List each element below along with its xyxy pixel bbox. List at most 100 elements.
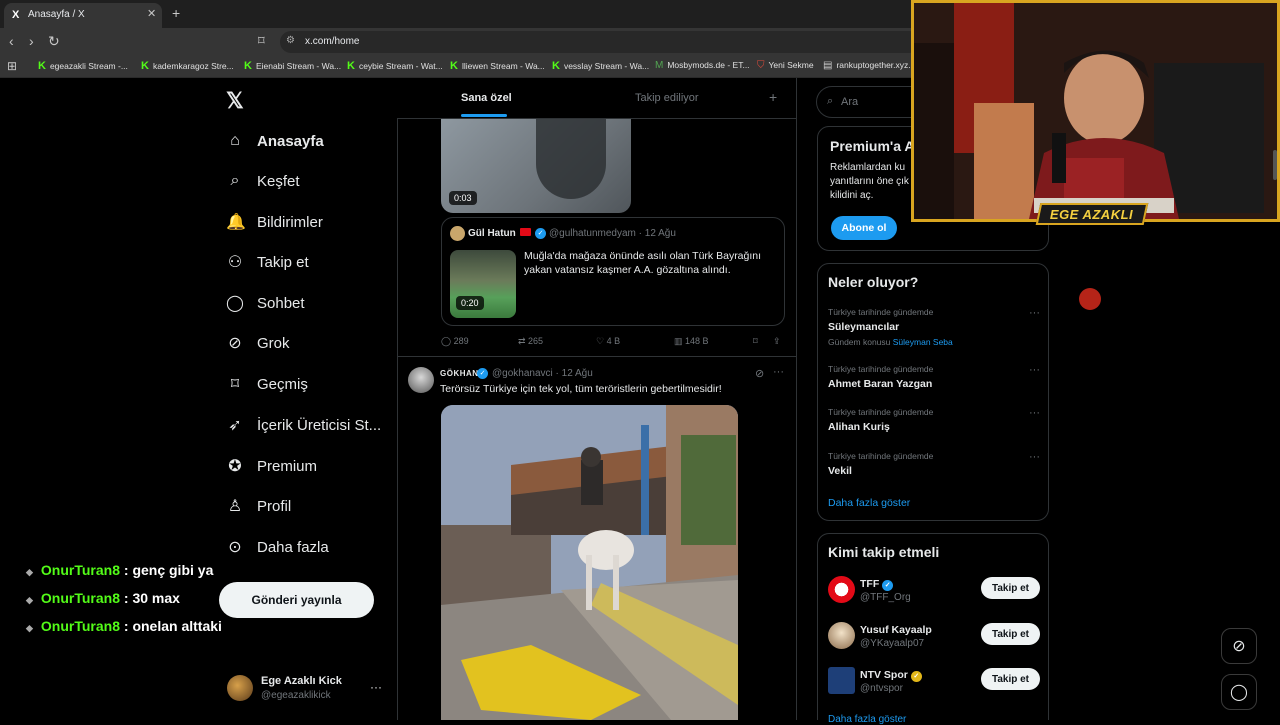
scrollbar[interactable] [1273,150,1277,180]
more-icon[interactable]: ··· [1029,364,1040,376]
bookmark-item[interactable]: ⛉ Yeni Sekme [757,60,814,71]
avatar[interactable] [828,622,855,649]
trend-item[interactable]: Türkiye tarihinde gündemde Vekil ··· [828,451,1040,477]
author-name[interactable]: Gül Hatun [468,228,516,239]
page-icon: ▤ [823,60,833,71]
quoted-tweet[interactable]: Gül Hatun ✓ @gulhatunmedyam · 12 Ağu 0:2… [441,217,785,326]
search-placeholder: Ara [841,96,859,108]
bookmark-item[interactable]: Kkademkaragoz Stre... [141,60,234,72]
suggested-user[interactable]: Yusuf Kayaalp @YKayaalp07 Takip et [828,622,1040,654]
author-handle: @gokhanavci · 12 Ağu [492,368,593,379]
nav-item-grok[interactable]: ⊘ Grok [226,328,289,358]
avatar[interactable] [227,675,253,701]
like-button[interactable]: ♡ 4 B [596,336,620,347]
share-icon[interactable]: ⇪ [773,336,781,347]
avatar[interactable] [828,576,855,603]
who-to-follow-card: Kimi takip etmeli TFF ✓ @TFF_Org Takip e… [817,533,1049,725]
bookmark-item[interactable]: M Mosbymods.de - ET... [655,60,750,71]
nav-item-history[interactable]: ⌑ Geçmiş [226,369,308,399]
subscribe-button[interactable]: Abone ol [831,216,897,240]
grok-icon[interactable]: ⊘ [755,367,764,380]
webcam-feed [914,3,1277,219]
bookmark-icon[interactable]: ⌑ [753,336,758,347]
more-icon[interactable]: ··· [1029,307,1040,319]
more-icon[interactable]: ··· [773,366,784,378]
webcam-overlay [911,0,1280,222]
account-handle: @egeazaklikick [261,690,331,701]
premium-title: Premium'a A [830,138,915,154]
reply-button[interactable]: ◯ 289 [441,336,469,347]
more-icon[interactable]: ··· [1029,407,1040,419]
nav-item-notifications[interactable]: 🔔 Bildirimler [226,207,323,237]
streamer-name-plate: EGE AZAKLI [1035,203,1149,225]
follow-button[interactable]: Takip et [981,623,1040,645]
grok-icon: ⊘ [228,335,242,352]
nav-item-premium[interactable]: ✪ Premium [226,451,317,481]
nav-item-more[interactable]: ⊙ Daha fazla [226,532,328,562]
bookmark-icon: ⌑ [230,376,240,393]
shield-icon: ⛉ [757,60,765,71]
tab-for-you[interactable]: Sana özel [461,92,512,104]
address-bar[interactable]: ⚙ x.com/home [280,31,920,53]
trend-item[interactable]: Türkiye tarihinde gündemde Ahmet Baran Y… [828,364,1040,390]
more-icon[interactable]: ··· [1029,451,1040,463]
nav-item-home[interactable]: ⌂ Anasayfa [226,126,324,156]
suggested-user[interactable]: TFF ✓ @TFF_Org Takip et [828,576,1040,608]
bookmark-item[interactable]: Kegeazakli Stream -... [38,60,128,72]
chat-badge-icon: ◆ [26,623,33,633]
trend-item[interactable]: Türkiye tarihinde gündemde Süleymancılar… [828,307,1040,347]
chat-message: ◆ OnurTuran8 : onelan alttaki [26,618,222,634]
site-info-icon[interactable]: ⚙ [286,35,295,46]
apps-grid-icon[interactable]: ⊞ [7,59,17,73]
bookmark-item[interactable]: Klliewen Stream - Wa... [450,60,545,72]
verified-icon: ✓ [535,228,546,239]
show-more-link[interactable]: Daha fazla göster [828,497,910,509]
home-icon: ⌂ [230,132,240,149]
browser-tab[interactable]: X Anasayfa / X ✕ [4,3,162,28]
post-button[interactable]: Gönderi yayınla [219,582,374,618]
avatar[interactable] [828,667,855,694]
account-more-icon[interactable]: ··· [370,680,382,694]
follow-button[interactable]: Takip et [981,577,1040,599]
back-icon[interactable]: ‹ [9,33,14,49]
bookmark-item[interactable]: K Eienabi Stream - Wa... [244,60,341,72]
person-icon: ♙ [227,498,243,515]
repost-button[interactable]: ⇄ 265 [518,336,543,347]
bookmark-item[interactable]: Kceybie Stream - Wat... [347,60,443,72]
video-thumbnail[interactable]: 0:20 [450,250,516,318]
grok-icon[interactable]: ⊘ [1221,628,1257,664]
reload-icon[interactable]: ↻ [48,33,60,50]
trend-item[interactable]: Türkiye tarihinde gündemde Alihan Kuriş … [828,407,1040,433]
views-button[interactable]: ▥ 148 B [674,336,709,347]
tweet-image[interactable] [441,405,738,720]
follow-button[interactable]: Takip et [981,668,1040,690]
bookmark-icon[interactable]: ⌑ [258,33,265,49]
forward-icon[interactable]: › [29,33,34,49]
bookmark-item[interactable]: Kvesslay Stream - Wa... [552,60,649,72]
chat-bubble-icon[interactable]: ◯ [1221,674,1257,710]
close-icon[interactable]: ✕ [147,7,156,20]
tweet-video[interactable]: 0:03 [441,119,631,213]
suggested-user[interactable]: NTV Spor ✓ @ntvspor Takip et [828,667,1040,699]
avatar[interactable] [408,367,434,393]
street-photo [441,405,738,720]
tweet-actions: ◯ 289 ⇄ 265 ♡ 4 B ▥ 148 B ⌑ ⇪ [441,336,785,350]
nav-item-creator-studio[interactable]: ➶ İçerik Üreticisi St... [226,410,381,440]
tweet-text: Terörsüz Türkiye için tek yol, tüm terör… [440,383,722,395]
add-tab-icon[interactable]: + [769,89,777,105]
chat-badge-icon: ◆ [26,595,33,605]
nav-item-chat[interactable]: ◯ Sohbet [226,288,305,318]
avatar[interactable] [450,226,465,241]
account-name[interactable]: Ege Azaklı Kick [261,675,342,687]
new-tab-icon[interactable]: + [172,5,180,21]
nav-item-profile[interactable]: ♙ Profil [226,491,291,521]
nav-item-follow[interactable]: ⚇ Takip et [226,247,309,277]
kick-icon: K [244,60,252,72]
nav-item-explore[interactable]: ⌕ Keşfet [226,166,300,196]
bookmark-item[interactable]: ▤ rankuptogether.xyz... [823,60,915,71]
more-circle-icon: ⊙ [228,539,242,556]
author-name[interactable]: GÖKHAN [440,369,479,378]
tab-following[interactable]: Takip ediliyor [635,92,699,104]
verified-icon: ✓ [477,368,488,379]
x-logo-icon[interactable]: 𝕏 [226,88,244,114]
